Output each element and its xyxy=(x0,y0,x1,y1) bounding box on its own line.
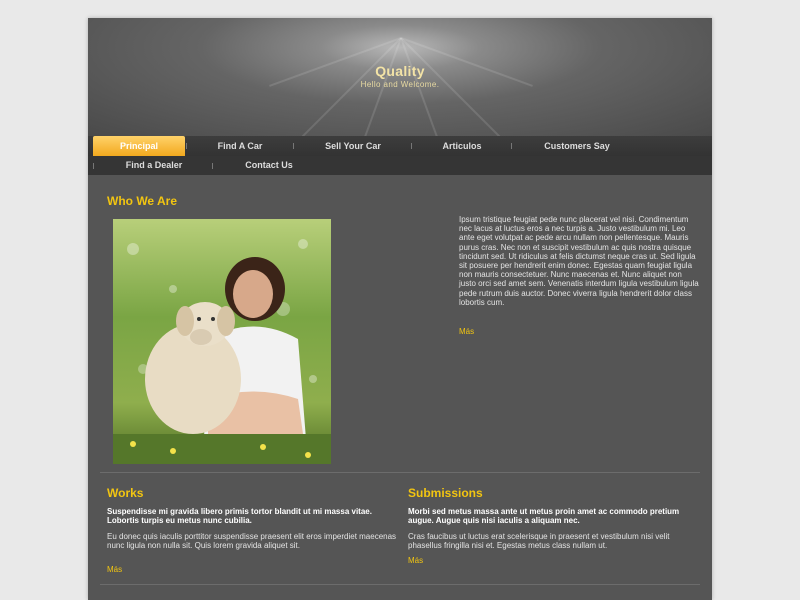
page-container: Quality Hello and Welcome. Principal Fin… xyxy=(88,18,712,600)
nav-articulos[interactable]: Articulos xyxy=(413,136,511,156)
photo-illustration xyxy=(113,219,331,464)
section-divider xyxy=(100,472,700,473)
works-lead-bold: Suspendisse mi gravida libero primis tor… xyxy=(107,507,372,526)
nav-contact-us[interactable]: Contact Us xyxy=(214,156,324,175)
nav-customers-say[interactable]: Customers Say xyxy=(513,136,641,156)
nav-sell-your-car[interactable]: Sell Your Car xyxy=(295,136,411,156)
woman-with-dog-photo xyxy=(113,219,331,464)
main-nav-row2: Find a Dealer Contact Us xyxy=(88,156,712,175)
submissions-title: Submissions xyxy=(408,486,483,500)
section-divider xyxy=(100,584,700,585)
nav-separator xyxy=(186,143,187,149)
nav-separator xyxy=(511,143,512,149)
site-title: Quality xyxy=(375,63,425,79)
submissions-lead-text: Morbi sed metus massa ante ut metus proi… xyxy=(408,507,698,525)
works-text: Eu donec quis iaculis porttitor suspendi… xyxy=(107,532,397,551)
nav-find-a-car[interactable]: Find A Car xyxy=(188,136,292,156)
main-nav-row1: Principal Find A Car Sell Your Car Artic… xyxy=(88,136,712,156)
who-we-are-text: Ipsum tristique feugiat pede nunc placer… xyxy=(459,215,699,307)
who-we-are-title: Who We Are xyxy=(107,194,178,208)
nav-separator xyxy=(93,163,94,169)
submissions-lead-bold: Morbi sed metus massa ante ut metus proi… xyxy=(408,507,680,526)
works-lead-text: Suspendisse mi gravida libero primis tor… xyxy=(107,507,397,525)
submissions-more-link[interactable]: Más xyxy=(408,556,423,565)
works-title: Works xyxy=(107,486,144,500)
nav-separator xyxy=(411,143,412,149)
nav-separator xyxy=(212,163,213,169)
who-we-are-more-link[interactable]: Más xyxy=(459,327,474,336)
nav-find-a-dealer[interactable]: Find a Dealer xyxy=(96,156,212,175)
nav-principal[interactable]: Principal xyxy=(93,136,185,156)
nav-separator xyxy=(293,143,294,149)
works-more-link[interactable]: Más xyxy=(107,565,122,574)
site-subtitle: Hello and Welcome. xyxy=(360,80,440,89)
header-banner: Quality Hello and Welcome. xyxy=(88,18,712,136)
submissions-text: Cras faucibus ut luctus erat scelerisque… xyxy=(408,532,670,551)
